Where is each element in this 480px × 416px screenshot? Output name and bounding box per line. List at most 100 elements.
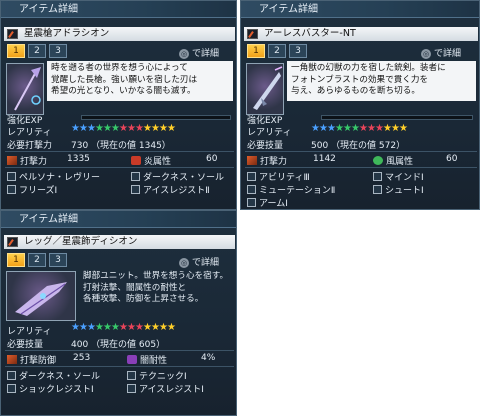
desc-line: 時を遡る者の世界を想う心によって bbox=[51, 63, 188, 73]
rarity-stars: ★ ★ ★ ★ ★ ★ ★ ★ ★ ★ ★ ★ ★ bbox=[71, 123, 176, 134]
star-icon: ★ bbox=[151, 322, 160, 333]
item-image bbox=[6, 271, 76, 321]
item-description: 一角獣の幻獣の力を宿した銃剣。装者に フォトンブラストの効果で貫く力を 与え、あ… bbox=[287, 61, 476, 101]
tab-group: 1 2 3 bbox=[7, 44, 67, 58]
ability-name: フリーズⅠ bbox=[19, 186, 58, 196]
ability-name: アイスレジストⅡ bbox=[143, 186, 210, 196]
defense-stat: 打撃防御 bbox=[7, 353, 56, 366]
tab-2[interactable]: 2 bbox=[268, 44, 286, 58]
desc-line: 打射法撃、闇属性の耐性と bbox=[83, 282, 187, 293]
star-icon: ★ bbox=[327, 123, 336, 134]
detail-label: で詳細 bbox=[434, 49, 462, 59]
star-icon: ★ bbox=[159, 123, 168, 134]
star-icon: ★ bbox=[111, 123, 120, 134]
detail-hint[interactable]: ◎ で詳細 bbox=[179, 46, 219, 59]
star-icon: ★ bbox=[127, 123, 136, 134]
panel-title: アイテム詳細 bbox=[1, 211, 236, 228]
star-icon: ★ bbox=[87, 322, 96, 333]
sword-icon bbox=[247, 156, 257, 165]
item-detail-panel-2: アイテム詳細 アーレスバスター-NT 1 2 3 ◎ で詳細 一角獣の幻獣の力を宿… bbox=[240, 0, 480, 210]
detail-hint[interactable]: ◎ で詳細 bbox=[421, 46, 461, 59]
ability-slot: ミューテーションⅡ bbox=[247, 183, 335, 196]
ability-name: アイスレジストⅠ bbox=[139, 385, 204, 395]
gunslash-weapon-icon bbox=[253, 66, 283, 110]
tab-3[interactable]: 3 bbox=[49, 253, 67, 267]
divider bbox=[5, 366, 234, 367]
divider bbox=[5, 167, 234, 168]
partisan-icon bbox=[7, 29, 18, 39]
panel-title: アイテム詳細 bbox=[241, 1, 479, 18]
element-value: 60 bbox=[446, 154, 458, 164]
desc-line: 脚部ユニット。世界を想う心を宿す。 bbox=[83, 271, 229, 281]
tab-1[interactable]: 1 bbox=[247, 44, 265, 58]
exp-bar bbox=[321, 115, 473, 120]
ability-slot: ダークネス・ソール bbox=[7, 369, 100, 382]
item-detail-panel-1: アイテム詳細 星震槍アドラシオン 1 2 3 ◎ で詳細 時を遡る者の世界を想う心… bbox=[0, 0, 237, 210]
stat-label: 打撃防御 bbox=[20, 356, 57, 366]
item-name-bar: レッグ／星震飾ディシオン bbox=[4, 235, 235, 249]
star-icon: ★ bbox=[119, 322, 128, 333]
star-icon: ★ bbox=[319, 123, 328, 134]
item-name-bar: アーレスバスター-NT bbox=[244, 27, 478, 41]
checkbox-icon bbox=[127, 371, 136, 380]
rarity-row: レアリティ bbox=[7, 324, 51, 337]
tab-2[interactable]: 2 bbox=[28, 44, 46, 58]
item-description: 時を遡る者の世界を想う心によって 覚醒した長槍。強い願いを宿した刃は 希望の光と… bbox=[47, 61, 233, 101]
star-icon: ★ bbox=[135, 322, 144, 333]
checkbox-icon bbox=[247, 172, 256, 181]
detail-hint[interactable]: ◎ で詳細 bbox=[179, 255, 219, 268]
ability-slot: フリーズⅠ bbox=[7, 183, 57, 196]
checkbox-icon bbox=[373, 185, 382, 194]
requirement-row: 必要打撃力 730 （現在の値 1345） bbox=[7, 138, 171, 151]
tab-3[interactable]: 3 bbox=[49, 44, 67, 58]
star-icon: ★ bbox=[127, 322, 136, 333]
controller-button-icon: ◎ bbox=[179, 48, 189, 59]
star-icon: ★ bbox=[375, 123, 384, 134]
rarity-label: レアリティ bbox=[247, 128, 292, 138]
tab-2[interactable]: 2 bbox=[28, 253, 46, 267]
star-icon: ★ bbox=[79, 322, 88, 333]
item-detail-panel-3: アイテム詳細 レッグ／星震飾ディシオン 1 2 3 ◎ で詳細 脚部ユニット。世界… bbox=[0, 210, 237, 416]
star-icon: ★ bbox=[159, 322, 168, 333]
fire-icon bbox=[131, 156, 141, 165]
resist-stat: 闇耐性 bbox=[127, 353, 167, 366]
stat-label: 炎属性 bbox=[144, 157, 172, 167]
divider bbox=[5, 151, 234, 152]
rarity-label: レアリティ bbox=[7, 327, 52, 337]
item-image bbox=[246, 63, 284, 115]
controller-button-icon: ◎ bbox=[421, 48, 431, 59]
requirement-label: 必要技量 bbox=[247, 141, 284, 151]
checkbox-icon bbox=[247, 185, 256, 194]
dark-icon bbox=[127, 355, 137, 364]
item-name: アーレスバスター-NT bbox=[264, 28, 356, 39]
controller-button-icon: ◎ bbox=[179, 257, 189, 268]
star-icon: ★ bbox=[399, 123, 408, 134]
ability-slot: ペルソナ・レヴリー bbox=[7, 170, 100, 183]
ability-slot: アイスレジストⅠ bbox=[127, 382, 204, 395]
star-icon: ★ bbox=[151, 123, 160, 134]
ability-name: マインドⅠ bbox=[385, 173, 424, 183]
tab-1[interactable]: 1 bbox=[7, 44, 25, 58]
star-icon: ★ bbox=[95, 322, 104, 333]
rarity-label: レアリティ bbox=[7, 128, 52, 138]
attack-value: 1142 bbox=[313, 154, 336, 164]
ability-slot: ダークネス・ソール bbox=[131, 170, 224, 183]
desc-line: 与え、あらゆるものを断ち切る。 bbox=[291, 86, 420, 96]
checkbox-icon bbox=[373, 172, 382, 181]
detail-label: で詳細 bbox=[192, 258, 220, 268]
star-icon: ★ bbox=[143, 123, 152, 134]
stat-label: 打撃力 bbox=[260, 157, 288, 167]
element-value: 60 bbox=[206, 154, 218, 164]
item-name: 星震槍アドラシオン bbox=[24, 28, 110, 39]
star-icon: ★ bbox=[103, 123, 112, 134]
tab-group: 1 2 3 bbox=[247, 44, 307, 58]
star-icon: ★ bbox=[71, 123, 80, 134]
tab-1[interactable]: 1 bbox=[7, 253, 25, 267]
tab-3[interactable]: 3 bbox=[289, 44, 307, 58]
checkbox-icon bbox=[131, 172, 140, 181]
star-icon: ★ bbox=[95, 123, 104, 134]
desc-line: 覚醒した長槍。強い願いを宿した刃は bbox=[51, 74, 198, 85]
star-icon: ★ bbox=[367, 123, 376, 134]
resist-value: 4% bbox=[201, 353, 216, 363]
rarity-stars: ★ ★ ★ ★ ★ ★ ★ ★ ★ ★ ★ ★ bbox=[311, 123, 408, 134]
